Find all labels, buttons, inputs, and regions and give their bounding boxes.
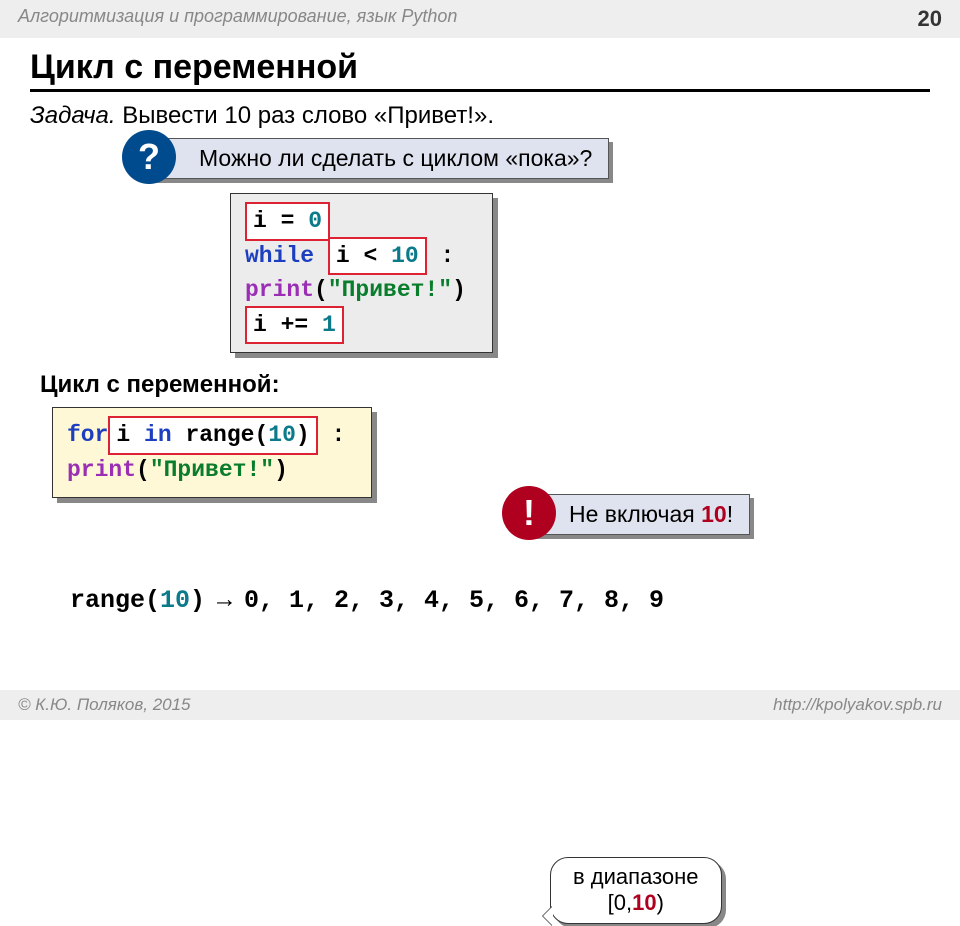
code-text: += — [267, 312, 322, 338]
code-func: print — [67, 457, 136, 483]
code-text: ) — [274, 457, 288, 483]
warning-badge-icon: ! — [502, 486, 556, 540]
bubble-line2a: [0, — [608, 890, 632, 915]
code-text: ) — [452, 277, 466, 303]
code-cond-highlight: i < 10 — [328, 237, 427, 276]
while-code-box: i = 0 while i < 10 : print("Привет!") i … — [230, 193, 493, 353]
arrow-icon: → — [205, 585, 244, 613]
warn-text-a: Не включая — [569, 501, 701, 527]
code-text: 10 — [391, 243, 419, 269]
code-text: < — [350, 243, 391, 269]
code-string: "Привет!" — [150, 457, 274, 483]
code-text: : — [318, 422, 346, 448]
question-callout-text: Можно ли сделать с циклом «пока»? — [150, 138, 609, 179]
slide-title: Цикл с переменной — [30, 48, 930, 92]
subheading: Цикл с переменной: — [40, 371, 930, 399]
warning-callout-text: Не включая 10! — [530, 494, 750, 535]
code-func: print — [245, 277, 314, 303]
code-text: : — [427, 243, 455, 269]
code-text: i — [253, 312, 267, 338]
code-text: 10 — [268, 422, 296, 448]
task-text: Задача. Вывести 10 раз слово «Привет!». — [30, 102, 930, 130]
range-text: range( — [70, 586, 160, 615]
code-text: range( — [172, 422, 269, 448]
code-string: "Привет!" — [328, 277, 452, 303]
code-keyword: in — [144, 422, 172, 448]
warning-callout: ! Не включая 10! — [530, 494, 750, 535]
code-incr-highlight: i += 1 — [245, 306, 344, 345]
subheading-text: Цикл с переменной: — [40, 371, 280, 398]
range-sequence-line: range(10) → 0, 1, 2, 3, 4, 5, 6, 7, 8, 9 — [70, 585, 930, 615]
range-num: 10 — [160, 586, 190, 615]
footer-url: http://kpolyakov.spb.ru — [773, 695, 942, 715]
code-keyword: for — [67, 422, 108, 448]
footer-bar: © К.Ю. Поляков, 2015 http://kpolyakov.sp… — [0, 690, 960, 720]
bubble-line2c: ) — [657, 890, 664, 915]
course-title: Алгоритмизация и программирование, язык … — [18, 6, 457, 32]
footer-author: © К.Ю. Поляков, 2015 — [18, 695, 191, 715]
range-seq: 0, 1, 2, 3, 4, 5, 6, 7, 8, 9 — [244, 586, 664, 615]
top-bar: Алгоритмизация и программирование, язык … — [0, 0, 960, 38]
bubble-line1: в диапазоне — [573, 864, 699, 889]
code-keyword: while — [245, 243, 314, 269]
warn-text-c: ! — [727, 501, 733, 527]
task-lead: Задача. — [30, 102, 116, 129]
range-bubble: в диапазоне [0,10) — [550, 857, 722, 924]
code-for-highlight: i in range(10) — [108, 416, 317, 455]
for-code-box: for i in range(10) : print("Привет!") — [52, 407, 372, 498]
code-init-highlight: i = 0 — [245, 202, 330, 241]
for-row: for i in range(10) : print("Привет!") в … — [30, 407, 930, 549]
page-number: 20 — [918, 6, 942, 32]
warn-text-b: 10 — [701, 501, 727, 527]
code-text: 1 — [322, 312, 336, 338]
code-text: ) — [296, 422, 310, 448]
code-text: i — [116, 422, 144, 448]
slide-body: Цикл с переменной Задача. Вывести 10 раз… — [0, 38, 960, 615]
code-text: 0 — [308, 208, 322, 234]
code-text: ( — [314, 277, 328, 303]
question-callout: ? Можно ли сделать с циклом «пока»? — [150, 138, 930, 179]
code-text: i — [336, 243, 350, 269]
bubble-line2b: 10 — [632, 890, 656, 915]
code-text: = — [267, 208, 308, 234]
task-body: Вывести 10 раз слово «Привет!». — [116, 102, 494, 129]
question-badge-icon: ? — [122, 130, 176, 184]
code-text: ( — [136, 457, 150, 483]
code-text: i — [253, 208, 267, 234]
range-text: ) — [190, 586, 205, 615]
